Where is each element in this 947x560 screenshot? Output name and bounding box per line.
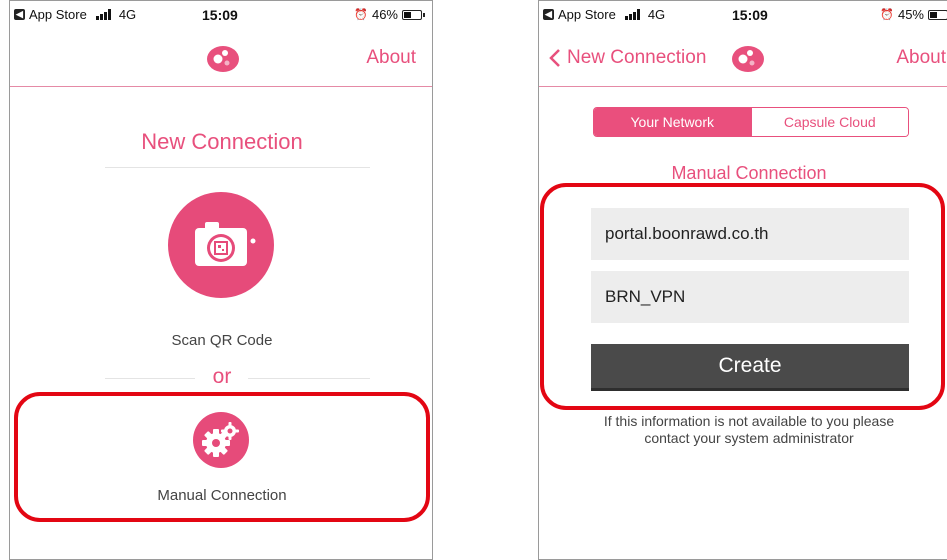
battery-icon — [928, 9, 947, 20]
back-to-app-icon[interactable]: ◀ — [14, 9, 25, 20]
about-button[interactable]: About — [366, 47, 416, 69]
back-button[interactable]: New Connection — [549, 47, 706, 69]
help-note-line-2: contact your system administrator — [644, 430, 854, 446]
title-divider — [105, 167, 370, 168]
or-label: or — [212, 365, 232, 388]
network-segmented-control: Your Network Capsule Cloud — [593, 107, 909, 137]
help-note-line-1: If this information is not available to … — [603, 413, 895, 429]
nav-bar: About — [10, 27, 432, 87]
scan-qr-label[interactable]: Scan QR Code — [10, 332, 432, 349]
about-button[interactable]: About — [896, 47, 946, 69]
back-app-label[interactable]: App Store — [29, 7, 87, 22]
signal-icon — [95, 9, 111, 20]
battery-icon — [402, 9, 425, 20]
network-type: 4G — [118, 7, 137, 22]
back-to-app-icon[interactable]: ◀ — [543, 9, 554, 20]
status-bar: ◀ App Store 4G 15:09 ⏰ 46% — [10, 1, 432, 27]
clock: 15:09 — [732, 7, 768, 23]
section-subtitle: Manual Connection — [671, 163, 827, 183]
tab-capsule-cloud[interactable]: Capsule Cloud — [750, 108, 908, 136]
back-app-label[interactable]: App Store — [558, 7, 616, 22]
capsule-logo-icon — [732, 46, 764, 72]
camera-qr-icon[interactable] — [168, 192, 274, 298]
manual-connection-highlight — [14, 392, 430, 522]
page-title: New Connection — [141, 129, 303, 154]
clock: 15:09 — [202, 7, 238, 23]
battery-percent: 46% — [371, 7, 398, 22]
network-type: 4G — [647, 7, 666, 22]
manual-fields-highlight — [540, 183, 945, 410]
alarm-icon: ⏰ — [880, 9, 894, 21]
battery-percent: 45% — [897, 7, 924, 22]
tab-your-network[interactable]: Your Network — [594, 108, 751, 136]
alarm-icon: ⏰ — [354, 9, 368, 21]
signal-icon — [624, 9, 640, 20]
chevron-left-icon — [549, 49, 560, 67]
capsule-logo-icon — [207, 46, 239, 72]
nav-bar: New Connection About — [539, 27, 947, 87]
status-bar: ◀ App Store 4G 15:09 ⏰ 45% — [539, 1, 947, 27]
back-button-label[interactable]: New Connection — [567, 47, 706, 69]
